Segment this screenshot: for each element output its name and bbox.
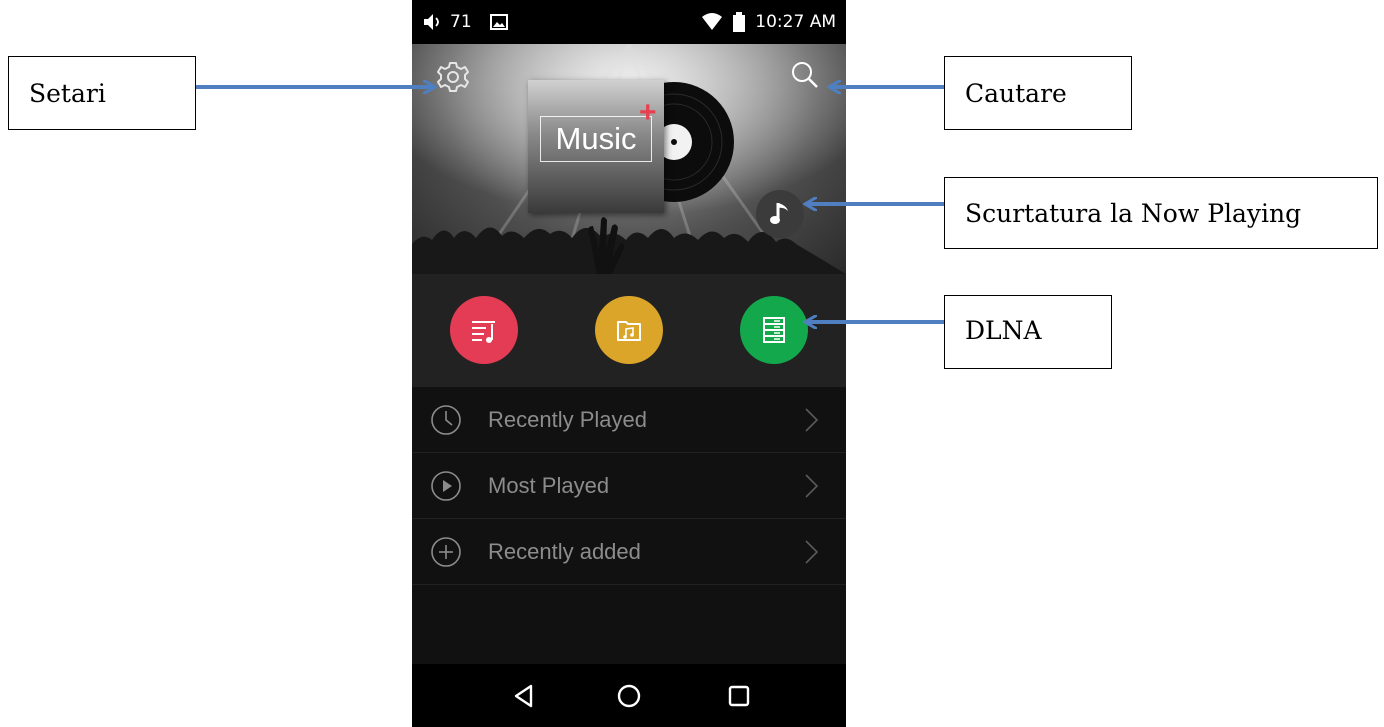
back-icon[interactable] <box>511 683 537 709</box>
annotation-now-playing-label: Scurtatura la Now Playing <box>965 198 1302 228</box>
album-plus-mark: + <box>639 96 657 129</box>
annotation-search: Cautare <box>944 56 1132 130</box>
now-playing-shortcut-button[interactable] <box>756 190 804 238</box>
search-icon <box>792 62 818 88</box>
chevron-right-icon <box>805 539 819 564</box>
list-item-label: Recently Played <box>488 406 647 432</box>
list-item-label: Most Played <box>488 472 610 498</box>
clock-time: 10:27 AM <box>755 12 836 32</box>
wifi-icon <box>702 13 723 30</box>
dlna-server-icon <box>763 317 785 343</box>
gear-icon <box>437 62 469 92</box>
playlists-button[interactable] <box>450 296 518 364</box>
album-art: Music + <box>528 80 664 213</box>
music-note-icon <box>770 203 788 224</box>
annotation-settings: Setari <box>8 56 196 130</box>
annotation-dlna-label: DLNA <box>965 316 1042 345</box>
plus-circle-icon <box>431 536 461 567</box>
chevron-right-icon <box>805 407 819 432</box>
play-circle-icon <box>431 470 461 501</box>
annotation-now-playing: Scurtatura la Now Playing <box>944 177 1378 249</box>
navigation-bar <box>412 664 846 727</box>
phone-screen: 71 10:27 AM Music + Recently Played Most… <box>412 0 846 727</box>
annotation-settings-label: Setari <box>29 78 106 108</box>
hero-banner: Music + <box>412 44 846 274</box>
music-folder-icon <box>617 321 641 341</box>
battery-icon <box>733 12 746 32</box>
list-item-recently-played[interactable]: Recently Played <box>412 387 846 453</box>
music-folders-button[interactable] <box>595 296 663 364</box>
settings-button[interactable] <box>436 60 470 94</box>
search-button[interactable] <box>790 60 820 90</box>
library-list: Recently Played Most Played Recently add… <box>412 387 846 585</box>
status-bar: 71 10:27 AM <box>412 0 846 44</box>
album-title: Music <box>540 116 652 162</box>
image-notification-icon <box>489 14 508 30</box>
home-icon[interactable] <box>616 683 642 709</box>
list-item-label: Recently added <box>488 538 641 564</box>
dlna-button[interactable] <box>740 296 808 364</box>
chevron-right-icon <box>805 473 819 498</box>
recents-icon[interactable] <box>726 683 752 709</box>
list-item-recently-added[interactable]: Recently added <box>412 519 846 585</box>
volume-icon <box>424 14 439 30</box>
volume-level: 71 <box>450 12 472 32</box>
quick-actions-bar <box>412 274 846 387</box>
list-item-most-played[interactable]: Most Played <box>412 453 846 519</box>
playlist-icon <box>472 321 495 343</box>
clock-icon <box>431 404 461 435</box>
annotation-dlna: DLNA <box>944 295 1112 369</box>
annotation-search-label: Cautare <box>965 78 1067 108</box>
